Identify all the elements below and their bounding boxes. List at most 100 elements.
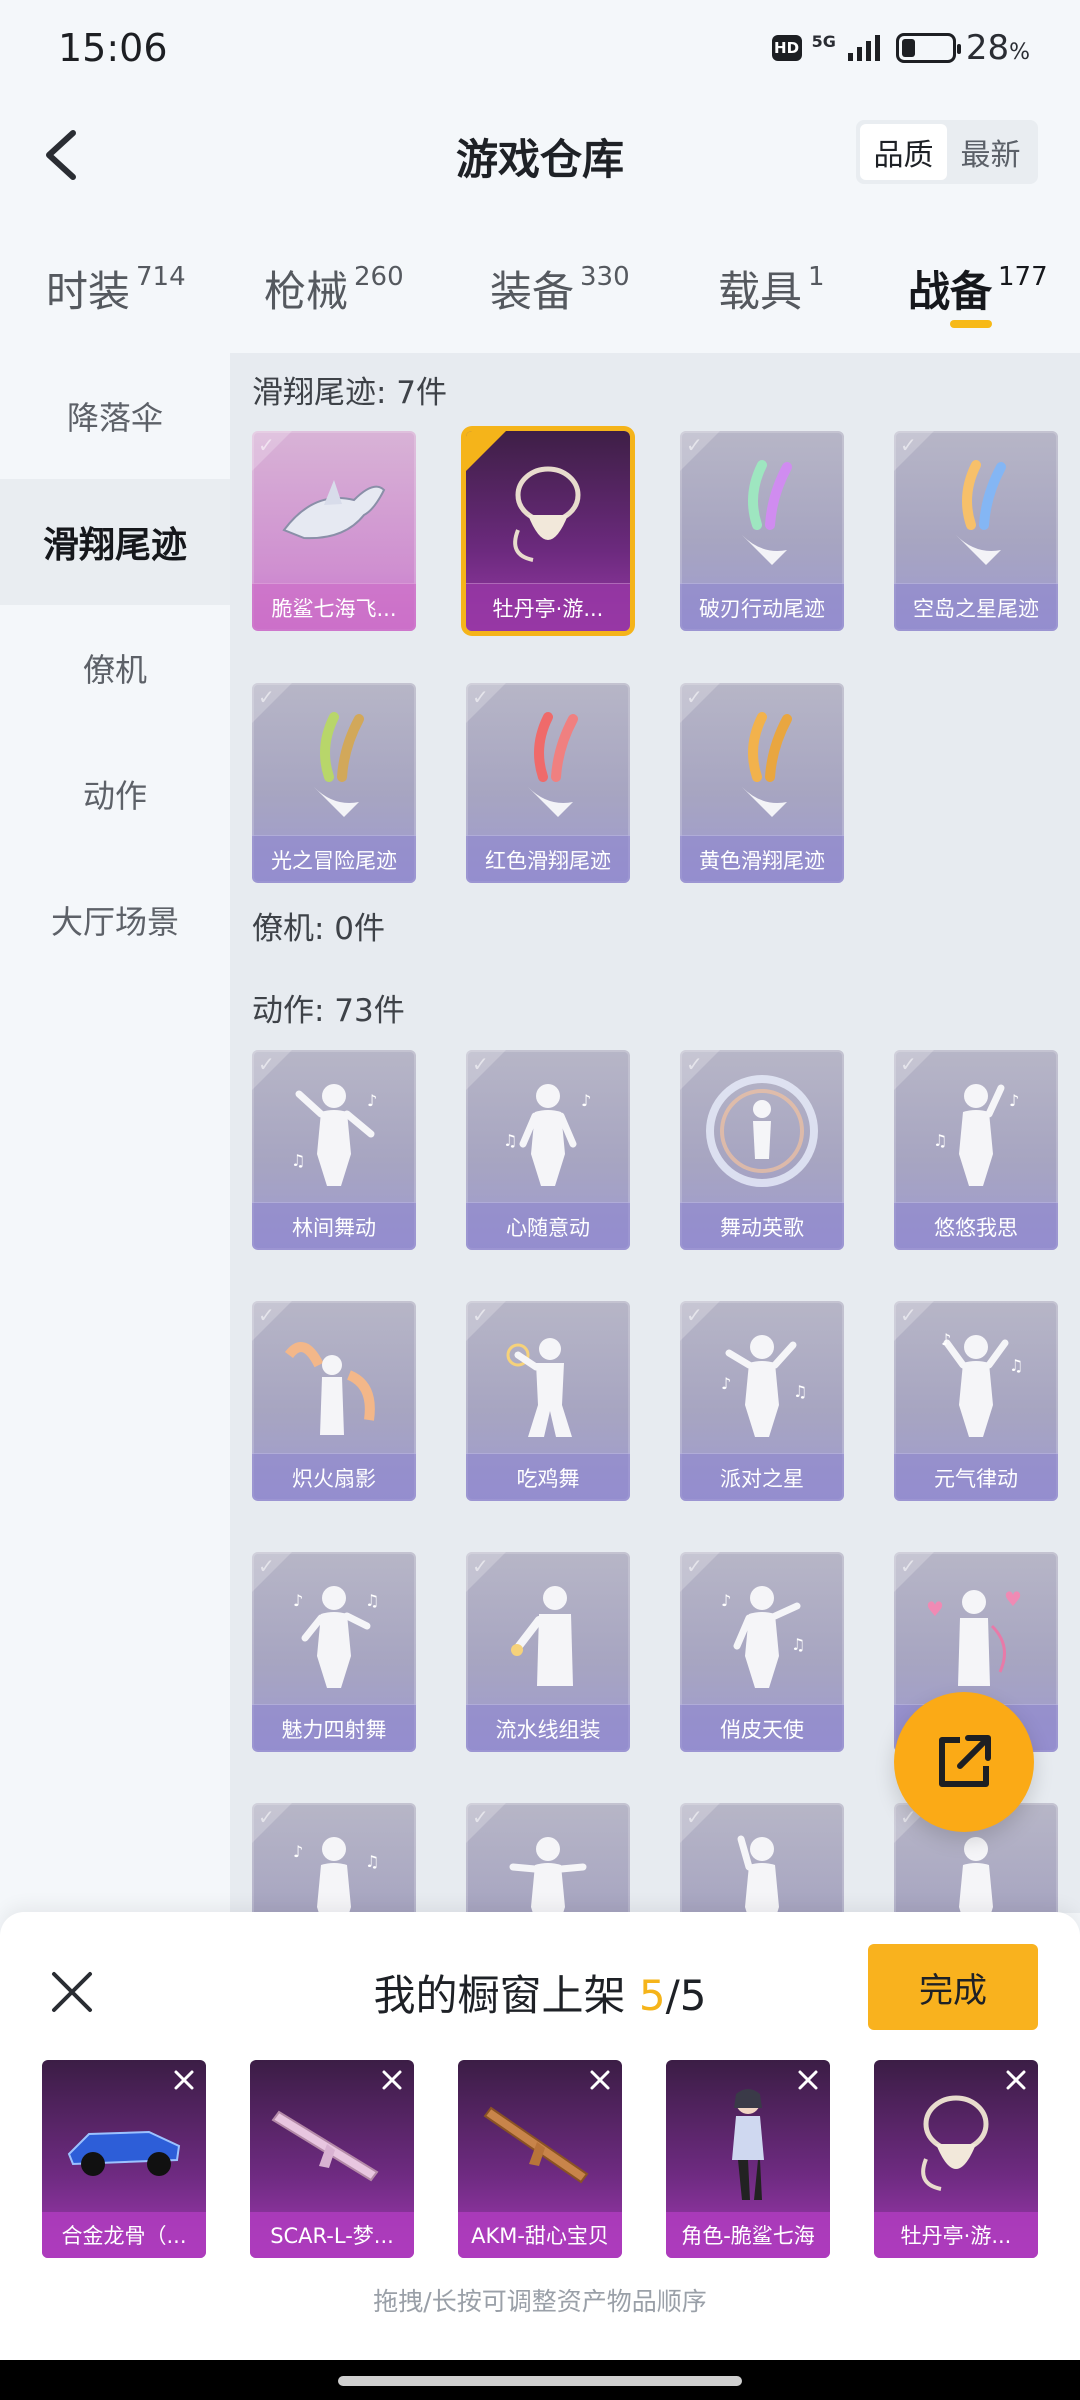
- item-card[interactable]: ✓: [466, 1803, 630, 1913]
- svg-text:♪: ♪: [941, 1330, 951, 1349]
- item-name: 牡丹亭·游...: [466, 583, 630, 631]
- swirl-dance-icon: [680, 1064, 844, 1204]
- system-nav-bar: [0, 2360, 1080, 2400]
- tab-count: 260: [354, 262, 404, 292]
- item-name: 光之冒险尾迹: [252, 835, 416, 883]
- item-name: 流水线组装: [466, 1704, 630, 1752]
- item-card-selected[interactable]: ✓ 牡丹亭·游...: [466, 431, 630, 631]
- battery-percent: 28%: [965, 28, 1030, 68]
- peony-pavilion-icon: [874, 2084, 1038, 2204]
- hd-icon: HD: [771, 35, 802, 61]
- item-card[interactable]: ✓ 破刃行动尾迹: [680, 431, 844, 631]
- item-name: 心随意动: [466, 1202, 630, 1250]
- tab-vehicles[interactable]: 载具 1: [718, 258, 825, 319]
- done-button[interactable]: 完成: [868, 1944, 1038, 2030]
- item-card[interactable]: ✓ ♪ ♫ 元气律动: [894, 1301, 1058, 1501]
- share-button[interactable]: [894, 1692, 1034, 1832]
- showcase-slot[interactable]: AKM-甜心宝贝: [458, 2060, 622, 2258]
- item-card[interactable]: ✓ 空岛之星尾迹: [894, 431, 1058, 631]
- sidebar: 降落伞 滑翔尾迹 僚机 动作 大厅场景: [0, 353, 230, 1913]
- tab-count: 177: [998, 262, 1048, 292]
- active-tab-indicator: [950, 320, 992, 328]
- tab-readiness[interactable]: 战备 177: [908, 258, 1048, 319]
- sidebar-item-lobby-scene[interactable]: 大厅场景: [0, 857, 230, 983]
- svg-text:♫: ♫: [503, 1131, 517, 1150]
- item-name: 黄色滑翔尾迹: [680, 835, 844, 883]
- showcase-count: 5: [638, 1971, 666, 2020]
- dance-figure-icon: [680, 1817, 844, 1913]
- item-card[interactable]: ✓ ♪ ♫ 俏皮天使: [680, 1552, 844, 1752]
- section-title-wingman: 僚机: 0件: [252, 911, 386, 947]
- dance-figure-icon: [894, 1817, 1058, 1913]
- dance-figure-icon: ♪ ♫: [680, 1315, 844, 1455]
- trail-smoke-icon: [252, 697, 416, 837]
- showcase-sheet: 我的橱窗上架 5/5 完成 合金龙骨（... SCAR-L-梦... AKM-甜…: [0, 1912, 1080, 2360]
- svg-text:♥: ♥: [926, 1597, 944, 1621]
- item-card[interactable]: ✓ 舞动英歌: [680, 1050, 844, 1250]
- item-card[interactable]: ✓ 炽火扇影: [252, 1301, 416, 1501]
- network-type: 5G: [811, 32, 836, 51]
- svg-text:♫: ♫: [793, 1382, 807, 1401]
- fan-dance-icon: [252, 1315, 416, 1455]
- svg-text:♫: ♫: [365, 1852, 379, 1871]
- showcase-slot[interactable]: 角色-脆鲨七海: [666, 2060, 830, 2258]
- item-card[interactable]: ✓ ♪ ♫: [252, 1803, 416, 1913]
- item-card[interactable]: ✓ ♪ ♫ 派对之星: [680, 1301, 844, 1501]
- tab-label: 时装: [46, 267, 131, 316]
- race-car-icon: [42, 2084, 206, 2204]
- dance-figure-icon: [466, 1817, 630, 1913]
- sort-option-quality[interactable]: 品质: [860, 124, 947, 180]
- item-card[interactable]: ✓ 光之冒险尾迹: [252, 683, 416, 883]
- item-name: 林间舞动: [252, 1202, 416, 1250]
- category-tabs: 时装 714 枪械 260 装备 330 载具 1 战备 177: [0, 240, 1080, 340]
- sidebar-item-glide-trail[interactable]: 滑翔尾迹: [0, 479, 230, 605]
- item-card[interactable]: ✓ 吃鸡舞: [466, 1301, 630, 1501]
- trail-smoke-icon: [680, 697, 844, 837]
- sort-toggle: 品质 最新: [856, 120, 1038, 184]
- item-name: 空岛之星尾迹: [894, 583, 1058, 631]
- trail-smoke-icon: [894, 445, 1058, 585]
- assembly-line-icon: [466, 1566, 630, 1706]
- item-name: 脆鲨七海飞...: [252, 583, 416, 631]
- trail-smoke-icon: [466, 697, 630, 837]
- showcase-slot[interactable]: 牡丹亭·游...: [874, 2060, 1038, 2258]
- section-title-trails: 滑翔尾迹: 7件: [252, 375, 448, 411]
- battery-level: [901, 39, 916, 57]
- section-title-emotes: 动作: 73件: [252, 993, 405, 1029]
- item-card[interactable]: ✓ 黄色滑翔尾迹: [680, 683, 844, 883]
- svg-text:♪: ♪: [367, 1091, 377, 1110]
- dance-figure-icon: ♪ ♫: [894, 1064, 1058, 1204]
- item-name: 炽火扇影: [252, 1453, 416, 1501]
- tab-guns[interactable]: 枪械 260: [264, 258, 404, 319]
- sidebar-item-parachute[interactable]: 降落伞: [0, 353, 230, 479]
- item-card[interactable]: ✓ ♪ ♫ 心随意动: [466, 1050, 630, 1250]
- item-name: 魅力四射舞: [252, 1704, 416, 1752]
- sidebar-item-wingman[interactable]: 僚机: [0, 605, 230, 731]
- svg-text:♪: ♪: [293, 1591, 303, 1610]
- svg-text:♥: ♥: [1004, 1587, 1022, 1611]
- item-card[interactable]: ✓ 红色滑翔尾迹: [466, 683, 630, 883]
- item-card[interactable]: ✓ ♪ ♫ 魅力四射舞: [252, 1552, 416, 1752]
- item-card[interactable]: ✓: [680, 1803, 844, 1913]
- item-card[interactable]: ✓ ♪ ♫ 林间舞动: [252, 1050, 416, 1250]
- slot-name: AKM-甜心宝贝: [458, 2212, 622, 2258]
- dance-figure-icon: ♪ ♫: [252, 1064, 416, 1204]
- tab-count: 330: [580, 262, 630, 292]
- showcase-slot[interactable]: 合金龙骨（...: [42, 2060, 206, 2258]
- dance-figure-icon: ♪ ♫: [680, 1566, 844, 1706]
- reorder-hint: 拖拽/长按可调整资产物品顺序: [373, 2287, 707, 2316]
- tab-count: 1: [808, 262, 825, 292]
- item-card[interactable]: ✓ ♪ ♫ 悠悠我思: [894, 1050, 1058, 1250]
- showcase-slot[interactable]: SCAR-L-梦...: [250, 2060, 414, 2258]
- dance-figure-icon: ♪ ♫: [466, 1064, 630, 1204]
- sidebar-item-emotes[interactable]: 动作: [0, 731, 230, 857]
- status-icons: HD 5G 28%: [771, 28, 1030, 68]
- tab-equipment[interactable]: 装备 330: [490, 258, 630, 319]
- status-time: 15:06: [58, 26, 168, 70]
- home-indicator[interactable]: [338, 2376, 742, 2386]
- svg-text:♪: ♪: [721, 1591, 731, 1610]
- sort-option-newest[interactable]: 最新: [947, 124, 1034, 180]
- item-card[interactable]: ✓ 脆鲨七海飞...: [252, 431, 416, 631]
- item-card[interactable]: ✓ 流水线组装: [466, 1552, 630, 1752]
- tab-fashion[interactable]: 时装 714: [46, 258, 186, 319]
